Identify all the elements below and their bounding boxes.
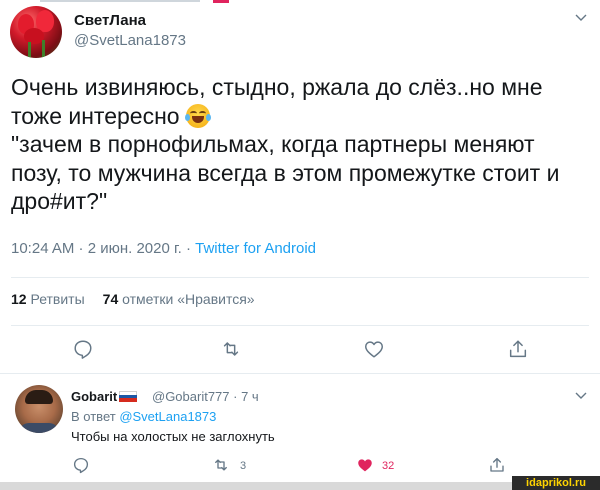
- share-icon[interactable]: [488, 456, 506, 474]
- likes-count[interactable]: 74: [103, 291, 119, 307]
- russia-flag-icon: [119, 391, 138, 402]
- like-icon[interactable]: [363, 338, 385, 360]
- reply-like-count[interactable]: 32: [382, 460, 394, 472]
- reply-text: Чтобы на холостых не заглохнуть: [71, 429, 275, 444]
- divider: [0, 373, 600, 374]
- chevron-down-icon[interactable]: [574, 388, 588, 402]
- tweet-screenshot: СветЛана @SvetLana1873 Очень извиняюсь, …: [0, 0, 600, 490]
- face-with-tears-of-joy-icon: [184, 103, 211, 128]
- author-avatar[interactable]: [10, 6, 62, 58]
- reply-retweet-count[interactable]: 3: [240, 460, 246, 472]
- tweet-source-link[interactable]: Twitter for Android: [195, 240, 316, 257]
- chevron-down-icon[interactable]: [574, 10, 588, 24]
- retweets-label[interactable]: Ретвиты: [30, 291, 84, 307]
- reply-to-label: В ответ: [71, 409, 120, 424]
- divider: [11, 325, 589, 326]
- tweet-text-quote: "зачем в порнофильмах, когда партнеры ме…: [11, 131, 560, 214]
- author-name[interactable]: СветЛана: [74, 12, 146, 29]
- tweet-timestamp[interactable]: 10:24 AM · 2 июн. 2020 г. ·: [11, 240, 195, 257]
- like-icon[interactable]: [356, 456, 374, 474]
- reply-icon[interactable]: [72, 456, 90, 474]
- watermark: idaprikol.ru: [512, 476, 600, 490]
- reply-author-avatar[interactable]: [15, 385, 63, 433]
- retweet-icon[interactable]: [220, 338, 242, 360]
- author-handle[interactable]: @SvetLana1873: [74, 32, 186, 49]
- cropped-top-accent: [213, 0, 229, 3]
- divider: [11, 277, 589, 278]
- retweets-count[interactable]: 12: [11, 291, 27, 307]
- reply-author-name[interactable]: Gobarit: [71, 389, 138, 404]
- reply-icon[interactable]: [72, 338, 94, 360]
- reply-to-line: В ответ @SvetLana1873: [71, 409, 216, 424]
- tweet-stats: 12 Ретвиты 74 отметки «Нравится»: [11, 291, 255, 307]
- reply-author-name-text[interactable]: Gobarit: [71, 389, 117, 404]
- share-icon[interactable]: [507, 338, 529, 360]
- tweet-text: Очень извиняюсь, стыдно, ржала до слёз..…: [11, 73, 581, 216]
- likes-label[interactable]: отметки «Нравится»: [122, 291, 254, 307]
- retweet-icon[interactable]: [212, 456, 230, 474]
- tweet-text-line2: тоже интересно: [11, 102, 186, 129]
- cropped-top-edge: [40, 0, 200, 2]
- bottom-edge: [0, 482, 600, 490]
- tweet-meta: 10:24 AM · 2 июн. 2020 г. · Twitter for …: [11, 240, 316, 257]
- tweet-text-line1: Очень извиняюсь, стыдно, ржала до слёз..…: [11, 74, 543, 100]
- reply-to-mention[interactable]: @SvetLana1873: [119, 409, 216, 424]
- reply-author-handle[interactable]: @Gobarit777 · 7 ч: [152, 389, 259, 404]
